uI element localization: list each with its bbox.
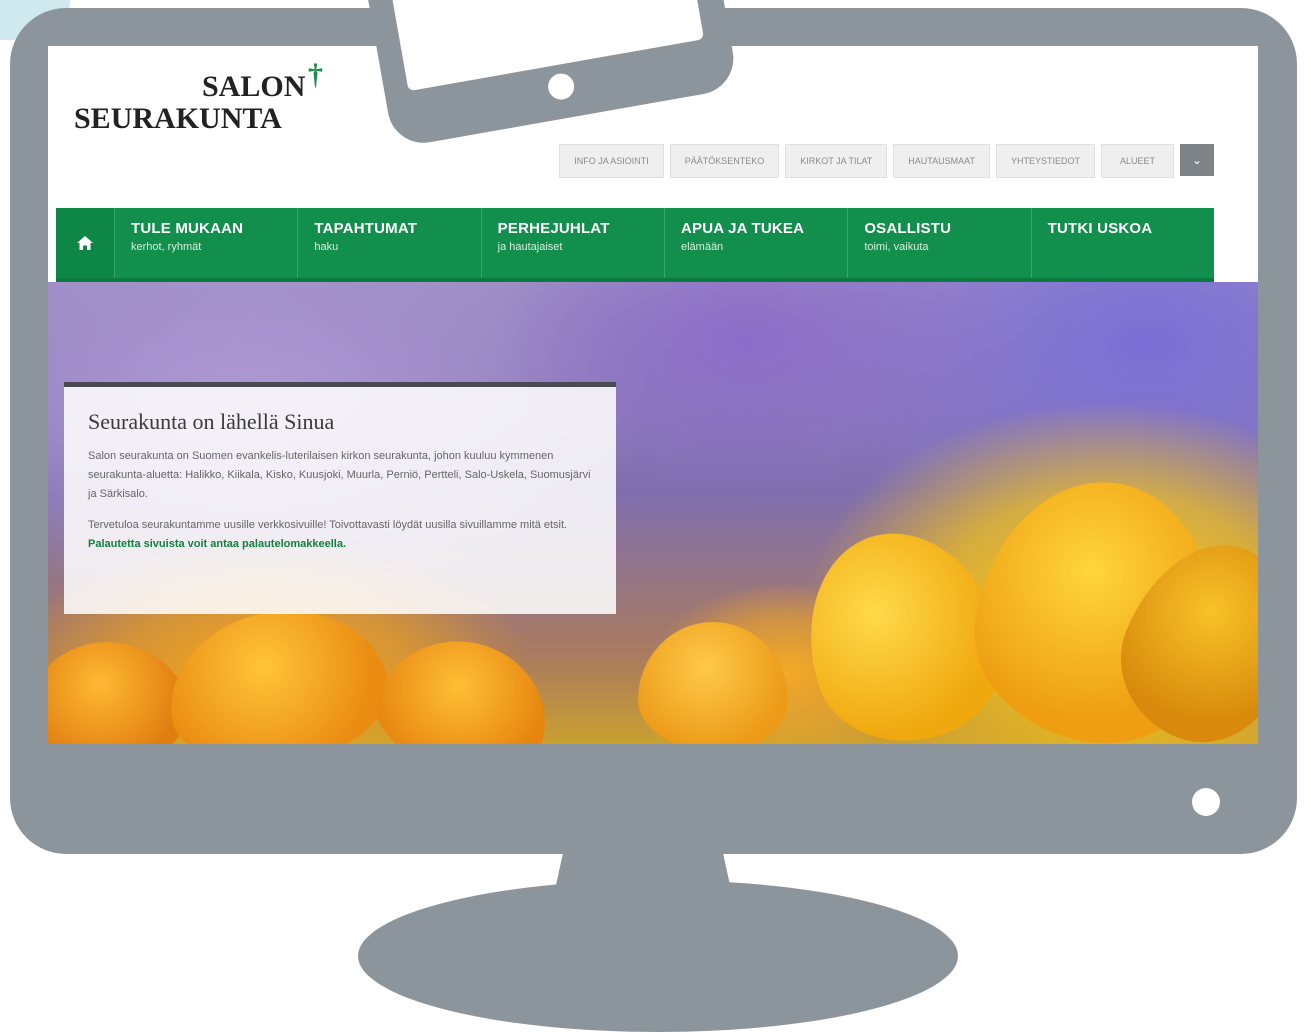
hero-banner: Seurakunta on lähellä Sinua Salon seurak… — [48, 282, 1258, 744]
util-item-contact[interactable]: YHTEYSTIEDOT — [995, 144, 1095, 178]
monitor-base — [358, 880, 958, 1032]
chevron-down-icon[interactable]: ⌄ — [1180, 144, 1214, 176]
nav-item-title: TULE MUKAAN — [131, 220, 244, 237]
nav-item-subtitle: elämään — [680, 241, 724, 253]
site-logo[interactable]: SALON † SEURAKUNTA — [74, 58, 323, 135]
nav-item-osallistu[interactable]: OSALLISTU toimi, vaikuta — [847, 208, 1030, 278]
nav-item-apua-ja-tukea[interactable]: APUA JA TUKEA elämään — [663, 208, 847, 278]
nav-item-subtitle: toimi, vaikuta — [864, 241, 929, 253]
tablet-home-button — [546, 71, 577, 102]
home-button[interactable] — [56, 208, 114, 278]
monitor-power-dot — [1192, 788, 1220, 816]
util-item-info[interactable]: INFO JA ASIOINTI — [559, 144, 664, 178]
tablet-screen — [377, 0, 705, 92]
nav-item-title: OSALLISTU — [864, 220, 952, 237]
flower-petal — [638, 622, 788, 744]
nav-item-subtitle: kerhot, ryhmät — [131, 241, 202, 253]
flower-petal — [48, 642, 188, 744]
home-icon — [77, 236, 93, 250]
hero-paragraph-2: Tervetuloa seurakuntamme uusille verkkos… — [88, 516, 592, 554]
hero-paragraph-1: Salon seurakunta on Suomen evankelis-lut… — [88, 450, 591, 500]
website-screen: SALON † SEURAKUNTA INFO JA ASIOINTI PÄÄT… — [48, 46, 1258, 744]
hero-paragraph-2-text: Tervetuloa seurakuntamme uusille verkkos… — [88, 519, 568, 531]
nav-item-perhejuhlat[interactable]: PERHEJUHLAT ja hautajaiset — [480, 208, 664, 278]
cross-icon: † — [308, 58, 323, 91]
util-item-churches[interactable]: KIRKOT JA TILAT — [785, 144, 888, 178]
nav-item-title: TAPAHTUMAT — [314, 220, 418, 237]
logo-line-1: SALON † — [202, 58, 323, 103]
hero-title: Seurakunta on lähellä Sinua — [88, 409, 335, 434]
util-item-decisions[interactable]: PÄÄTÖKSENTEKO — [669, 144, 780, 178]
nav-item-tapahtumat[interactable]: TAPAHTUMAT haku — [297, 208, 480, 278]
nav-item-tule-mukaan[interactable]: TULE MUKAAN kerhot, ryhmät — [114, 208, 297, 278]
utility-nav: INFO JA ASIOINTI PÄÄTÖKSENTEKO KIRKOT JA… — [559, 144, 1214, 178]
nav-item-title: TUTKI USKOA — [1047, 220, 1153, 237]
logo-line-2: SEURAKUNTA — [74, 102, 282, 135]
flower-petal — [366, 625, 560, 744]
util-item-cemeteries[interactable]: HAUTAUSMAAT — [893, 144, 990, 178]
main-nav: TULE MUKAAN kerhot, ryhmät TAPAHTUMAT ha… — [56, 208, 1214, 282]
feedback-link[interactable]: Palautetta sivuista voit antaa palautelo… — [88, 538, 346, 550]
nav-item-subtitle: ja hautajaiset — [497, 241, 563, 253]
nav-item-tutki-uskoa[interactable]: TUTKI USKOA — [1030, 208, 1214, 278]
nav-item-subtitle: haku — [314, 241, 339, 253]
hero-intro-box: Seurakunta on lähellä Sinua Salon seurak… — [64, 382, 616, 614]
nav-item-title: PERHEJUHLAT — [497, 220, 610, 237]
nav-item-title: APUA JA TUKEA — [680, 220, 805, 237]
areas-dropdown-label[interactable]: ALUEET — [1100, 144, 1174, 178]
flower-petal — [156, 594, 400, 744]
